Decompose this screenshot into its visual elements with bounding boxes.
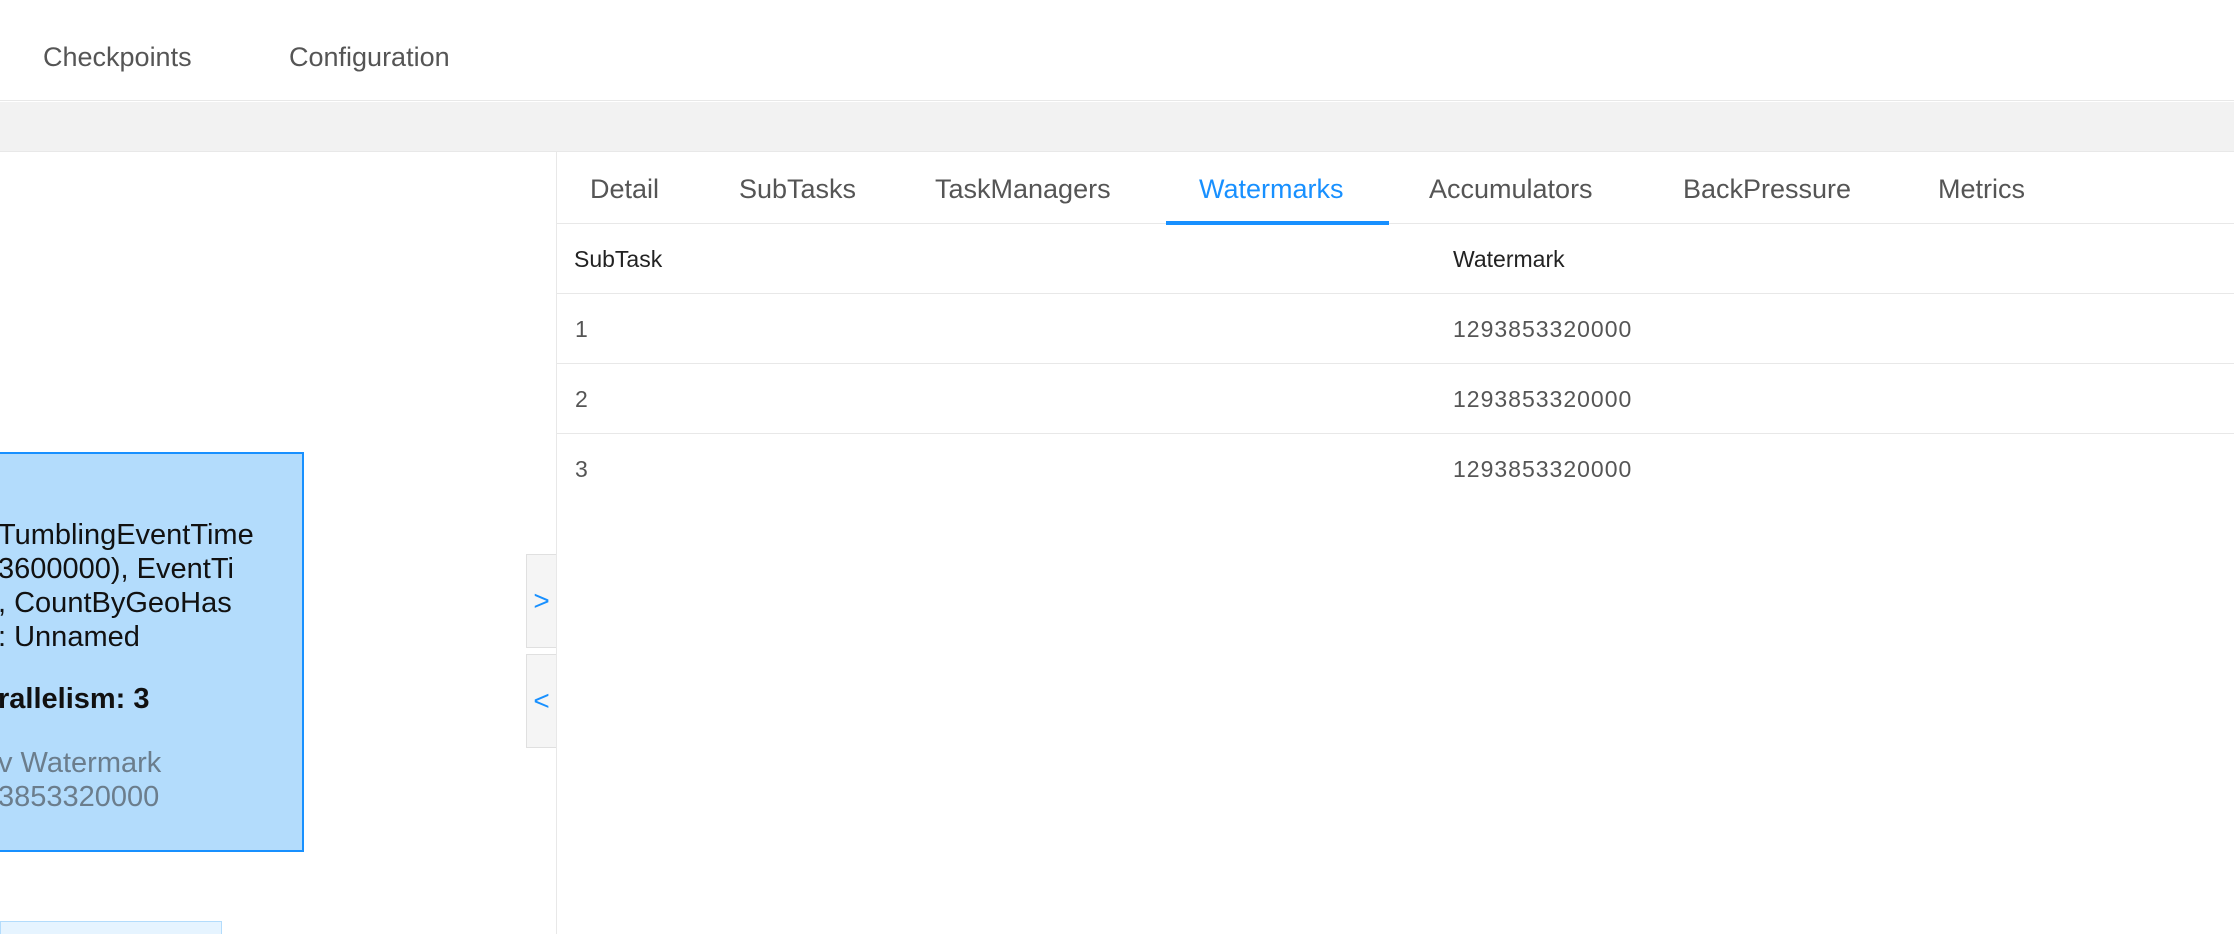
plan-node-watermark: v Watermark 3853320000	[0, 746, 161, 814]
plan-node-desc-line: 3600000), EventTi	[0, 553, 234, 585]
nav-configuration[interactable]: Configuration	[289, 42, 450, 73]
column-header-watermark[interactable]: Watermark	[1453, 246, 1565, 273]
nav-checkpoints[interactable]: Checkpoints	[43, 42, 192, 73]
watermark-cell: 1293853320000	[1453, 386, 1633, 412]
table-row: 3 1293853320000	[557, 434, 2234, 504]
plan-node-next[interactable]	[0, 921, 222, 934]
table-row: 2 1293853320000	[557, 364, 2234, 434]
top-nav: Checkpoints Configuration	[0, 0, 2234, 101]
plan-node-desc-line: , CountByGeoHas	[0, 587, 232, 619]
tab-detail[interactable]: Detail	[590, 174, 659, 205]
plan-node-description: TumblingEventTime 3600000), EventTi , Co…	[0, 518, 302, 654]
tab-watermarks[interactable]: Watermarks	[1199, 174, 1344, 205]
expand-panel-button[interactable]: >	[526, 554, 556, 648]
tab-taskmanagers[interactable]: TaskManagers	[935, 174, 1111, 205]
chevron-left-icon: <	[533, 685, 550, 716]
watermarks-table: SubTask Watermark 1 1293853320000 2 1293…	[557, 224, 2234, 504]
toolbar-band	[0, 102, 2234, 152]
plan-node-parallelism: rallelism: 3	[0, 683, 150, 715]
subtask-cell: 1	[575, 316, 589, 342]
tab-subtasks[interactable]: SubTasks	[739, 174, 856, 205]
detail-tabs: Detail SubTasks TaskManagers Watermarks …	[557, 152, 2234, 225]
subtask-cell: 3	[575, 456, 589, 482]
chevron-right-icon: >	[533, 585, 550, 616]
collapse-panel-button[interactable]: <	[526, 654, 556, 748]
plan-node-watermark-value: 3853320000	[0, 781, 160, 813]
job-graph-pane[interactable]: TumblingEventTime 3600000), EventTi , Co…	[0, 152, 556, 934]
table-header-row: SubTask Watermark	[557, 224, 2234, 294]
plan-node-desc-line: TumblingEventTime	[0, 519, 254, 551]
plan-node-watermark-label: v Watermark	[0, 747, 162, 779]
tab-metrics[interactable]: Metrics	[1938, 174, 2025, 205]
vertex-detail-pane: Detail SubTasks TaskManagers Watermarks …	[557, 152, 2234, 934]
tab-accumulators[interactable]: Accumulators	[1429, 174, 1593, 205]
column-header-subtask[interactable]: SubTask	[574, 246, 662, 273]
plan-node-desc-line: : Unnamed	[0, 621, 140, 653]
subtask-cell: 2	[575, 386, 589, 412]
plan-node[interactable]: TumblingEventTime 3600000), EventTi , Co…	[0, 452, 304, 852]
tab-backpressure[interactable]: BackPressure	[1683, 174, 1851, 205]
watermark-cell: 1293853320000	[1453, 316, 1633, 342]
table-row: 1 1293853320000	[557, 294, 2234, 364]
watermark-cell: 1293853320000	[1453, 456, 1633, 482]
